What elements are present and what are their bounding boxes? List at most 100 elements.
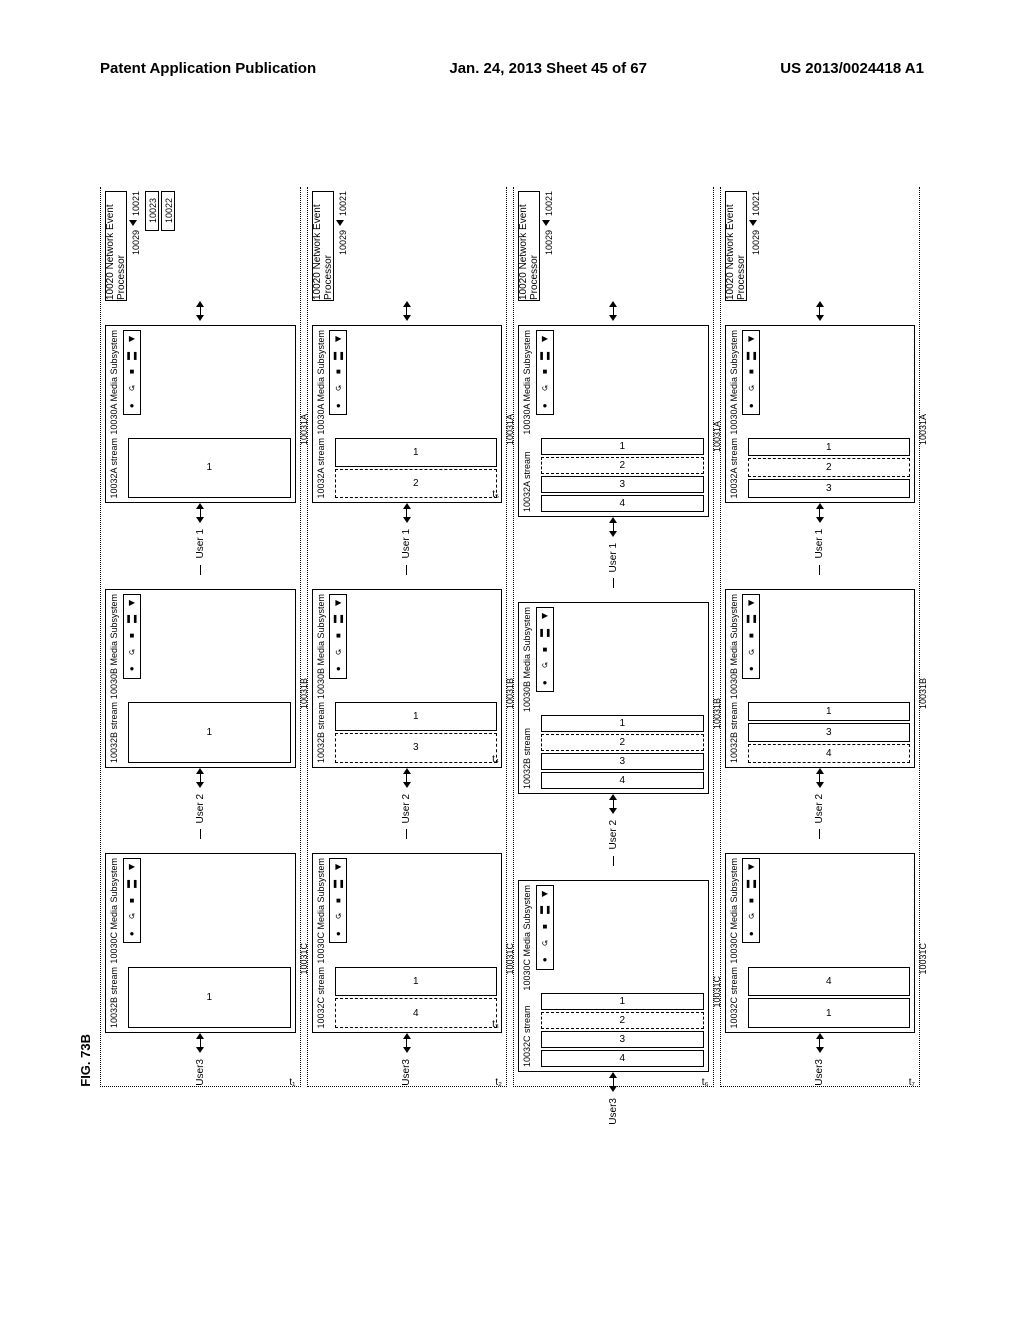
stream-segment: 1 <box>128 438 291 499</box>
stream-segment: 1 <box>335 702 498 732</box>
media-subsystem-C: 10030C Media Subsystem▶❚❚■↺●10032C strea… <box>725 853 916 1033</box>
connector <box>312 301 503 321</box>
stream-label: 10032C stream <box>523 993 538 1067</box>
stop-icon: ■ <box>129 897 134 905</box>
stop-icon: ■ <box>129 632 134 640</box>
connector <box>105 829 296 849</box>
ref-10023: 10023 <box>148 198 158 223</box>
connector <box>518 794 709 814</box>
time-label: t₇ <box>909 1077 915 1088</box>
stream-segment: 1 <box>335 438 498 467</box>
play-icon: ▶ <box>335 335 341 343</box>
stream-segment: 2 <box>748 458 911 477</box>
rec-icon: ● <box>542 402 547 410</box>
rec-icon: ● <box>336 665 341 673</box>
pause-icon: ❚❚ <box>538 629 551 637</box>
connector <box>312 565 503 585</box>
connector <box>105 768 296 788</box>
connector <box>518 517 709 537</box>
media-subsystem-B: 10030B Media Subsystem▶❚❚■↺●10032B strea… <box>105 589 296 768</box>
stream-label: 10032A stream <box>110 438 125 499</box>
user-label-3: User3 <box>195 1059 206 1086</box>
connector <box>105 301 296 321</box>
ref-10029: 10029 <box>338 230 348 255</box>
stream-segment: 3 <box>541 753 704 770</box>
arrow-down-icon <box>609 1086 617 1092</box>
play-icon: ▶ <box>129 335 135 343</box>
msb-title: 10030B Media Subsystem <box>523 607 533 712</box>
panel-t2: 10020 Network Event Processor10021100291… <box>307 187 508 1087</box>
stream-segment: 1 <box>541 715 704 732</box>
stop-icon: ■ <box>749 632 754 640</box>
stream-label: 10032C stream <box>317 967 332 1029</box>
connector <box>518 301 709 321</box>
connector <box>312 829 503 849</box>
stream-label: 10032B stream <box>110 702 125 763</box>
rec-icon: ● <box>129 665 134 673</box>
media-controls: ▶❚❚■↺● <box>536 607 554 692</box>
connector <box>518 1072 709 1092</box>
user-label-1: User 1 <box>814 529 825 558</box>
ref-10022: 10022 <box>164 198 174 223</box>
user-label-1: User 1 <box>195 529 206 558</box>
arrow-down-icon <box>403 517 411 523</box>
pause-icon: ❚❚ <box>125 880 138 888</box>
ref-10021: 10021 <box>751 191 761 216</box>
rew-icon: ↺ <box>335 913 342 921</box>
header-mid: Jan. 24, 2013 Sheet 45 of 67 <box>449 60 647 77</box>
media-subsystem-A: 10030A Media Subsystem▶❚❚■↺●10032A strea… <box>312 325 503 503</box>
media-subsystem-B: 10030B Media Subsystem▶❚❚■↺●10032B strea… <box>312 589 503 768</box>
rew-icon: ↺ <box>335 649 342 657</box>
user-label-2: User 2 <box>401 794 412 823</box>
media-subsystem-A: 10030A Media Subsystem▶❚❚■↺● 10032A strea… <box>105 325 296 503</box>
rew-icon: ↺ <box>542 662 549 670</box>
rec-icon: ● <box>129 930 134 938</box>
msb-title: 10030A Media Subsystem <box>317 330 327 435</box>
stream-label: 10032A stream <box>523 438 538 512</box>
media-controls: ▶❚❚■↺● <box>742 330 760 415</box>
arrow-down-icon <box>403 1047 411 1053</box>
arrow-down-icon <box>816 782 824 788</box>
msb-title: 10030A Media Subsystem <box>110 330 120 435</box>
time-label: t₂ <box>495 1077 502 1088</box>
media-controls: ▶❚❚■↺● <box>329 858 347 943</box>
rec-icon: ● <box>749 402 754 410</box>
stream-segment: 2 <box>335 469 498 498</box>
header-right: US 2013/0024418 A1 <box>780 60 924 77</box>
connector <box>725 1033 916 1053</box>
stream-segment: 1 <box>748 438 911 457</box>
pause-icon: ❚❚ <box>125 615 138 623</box>
arrow-down-icon <box>403 315 411 321</box>
arrow-down-icon <box>196 782 204 788</box>
media-controls: ▶❚❚■↺● <box>123 330 141 415</box>
media-subsystem-C: 10030C Media Subsystem▶❚❚■↺●10032C strea… <box>518 880 709 1073</box>
stream-label: 10032B stream <box>730 702 745 763</box>
rew-icon: ↺ <box>129 649 136 657</box>
time-label: t₆ <box>702 1077 709 1088</box>
nep-label: 10020 Network Event Processor <box>518 192 540 300</box>
user-label-2: User 2 <box>608 820 619 849</box>
pause-icon: ❚❚ <box>745 352 758 360</box>
play-icon: ▶ <box>748 599 754 607</box>
arrow-down-icon <box>609 808 617 814</box>
stop-icon: ■ <box>336 632 341 640</box>
stream-label: 10032A stream <box>730 438 745 499</box>
media-controls: ▶❚❚■↺● <box>329 594 347 679</box>
connector <box>725 768 916 788</box>
rec-icon: ● <box>542 956 547 964</box>
user-label-3: User3 <box>608 1098 619 1125</box>
stream-segment: 1 <box>541 993 704 1010</box>
msb-title: 10030C Media Subsystem <box>317 858 327 964</box>
header-left: Patent Application Publication <box>100 60 316 77</box>
rew-icon: ↺ <box>542 385 549 393</box>
arrow-down-icon <box>196 517 204 523</box>
pause-icon: ❚❚ <box>745 615 758 623</box>
play-icon: ▶ <box>335 599 341 607</box>
media-controls: ▶❚❚■↺● <box>742 594 760 679</box>
stream-segment: 2 <box>541 734 704 751</box>
arrow-down-icon <box>336 220 344 226</box>
msb-title: 10030C Media Subsystem <box>730 858 740 964</box>
stop-icon: ■ <box>542 923 547 931</box>
stream-segment: 1 <box>541 438 704 455</box>
arrow-down-icon <box>609 531 617 537</box>
